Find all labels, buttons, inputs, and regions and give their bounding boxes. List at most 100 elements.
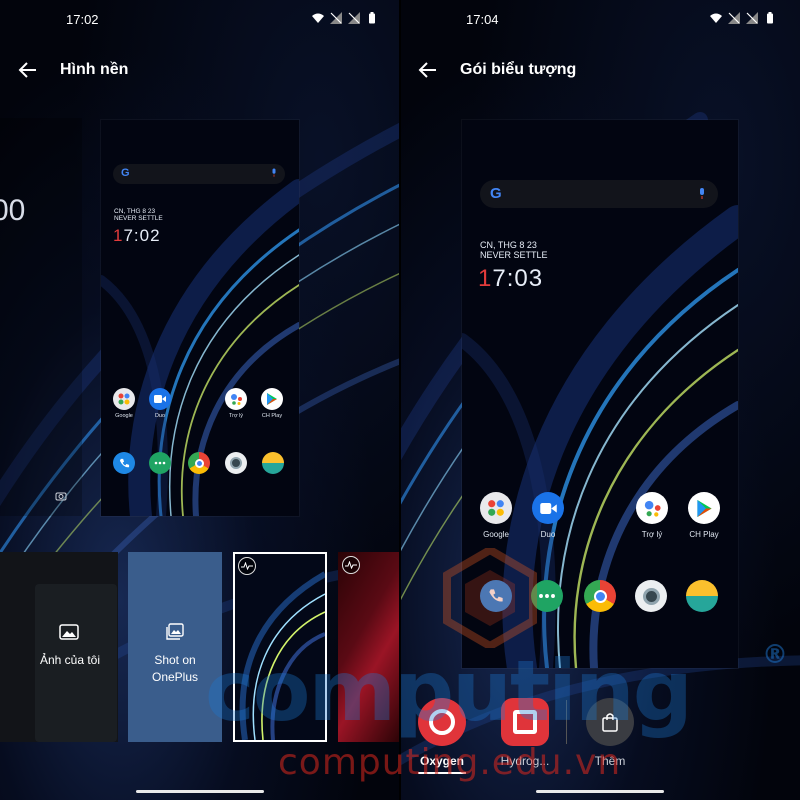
messages-icon [149,452,171,474]
assistant-icon [636,492,668,524]
date-widget: CN, THG 8 23 NEVER SETTLE [480,240,548,261]
thumb-shot-on-oneplus[interactable]: Shot on OnePlus [128,552,222,742]
clock-widget: 17:03 [478,265,543,293]
slogan-line: NEVER SETTLE [480,250,548,261]
icon-pack-oxygen[interactable]: Oxygen [416,698,468,774]
screen-divider [399,0,401,800]
thumb-live-wallpaper-selected[interactable] [233,552,327,742]
dock-chrome[interactable] [188,452,210,474]
wallpaper-screen: 17:02 Hình nền 00 G CN, THG 8 23 NEVER S… [0,0,400,800]
thumb-label: Shot on OnePlus [151,653,199,684]
date-line: CN, THG 8 23 [480,240,537,250]
oxygen-round-icon [418,698,466,746]
no-signal-icon [746,12,758,24]
back-arrow-icon[interactable] [16,58,40,82]
lock-screen-preview-partial[interactable]: 00 [0,118,82,516]
status-time: 17:04 [466,12,499,27]
gesture-nav-bar[interactable] [136,790,264,793]
camera-shortcut-icon [55,492,67,501]
messages-icon [531,580,563,612]
google-logo-icon: G [490,185,502,202]
date-line: CN, THG 8 23 [114,208,156,215]
google-folder-icon [480,492,512,524]
live-wallpaper-icon [342,556,360,574]
mic-icon[interactable] [698,187,706,201]
dock-weather[interactable] [262,452,284,474]
app-assistant[interactable]: Trợ lý [632,492,672,539]
thumb-label: Ảnh của tôi [39,653,101,667]
live-wallpaper-preview [239,571,325,740]
page-title: Gói biểu tượng [460,61,577,78]
dock-phone[interactable] [480,580,512,612]
app-play-store[interactable]: CH Play [259,388,285,419]
assistant-icon [225,388,247,410]
app-bar: Hình nền [0,52,400,88]
google-search-bar[interactable]: G [480,180,718,208]
dock-camera[interactable] [635,580,667,612]
dock-messages[interactable] [149,452,171,474]
dock-phone[interactable] [113,452,135,474]
home-screen-preview[interactable]: G CN, THG 8 23 NEVER SETTLE 17:03 Google… [462,120,738,668]
thumb-live-wallpaper-red[interactable] [338,552,400,742]
date-widget: CN, THG 8 23 NEVER SETTLE [114,208,163,223]
weather-icon [686,580,718,612]
app-bar: Gói biểu tượng [400,52,800,88]
app-google-folder[interactable]: Google [111,388,137,419]
dock-camera[interactable] [225,452,247,474]
no-signal-icon [728,12,740,24]
clock-widget: 17:02 [113,226,161,246]
dock-chrome[interactable] [584,580,616,612]
app-label: Duo [154,413,166,419]
app-play-store[interactable]: CH Play [684,492,724,539]
camera-icon [225,452,247,474]
selected-indicator [418,772,466,774]
pack-separator [566,700,567,744]
app-label: Trợ lý [228,413,244,419]
google-logo-icon: G [121,167,130,179]
weather-icon [262,452,284,474]
dock-messages[interactable] [531,580,563,612]
slogan-line: NEVER SETTLE [114,215,163,223]
icon-pack-hydrogen[interactable]: Hydrog... [498,698,552,768]
clock-rest: 7:03 [492,265,544,292]
google-folder-icon [113,388,135,410]
status-icons [312,12,378,24]
home-screen-preview[interactable]: G CN, THG 8 23 NEVER SETTLE 17:02 Google… [101,120,299,516]
app-label: Google [115,413,133,419]
app-label: Duo [540,530,556,539]
clock-lead-digit: 1 [113,226,124,245]
status-bar: 17:04 [400,0,800,40]
clock-rest: 7:02 [123,226,161,245]
clock-lead-digit: 1 [478,265,493,292]
chrome-icon [188,452,210,474]
play-store-icon [261,388,283,410]
chrome-icon [584,580,616,612]
no-signal-icon [348,12,360,24]
app-google-folder[interactable]: Google [476,492,516,539]
camera-icon [635,580,667,612]
app-label: Trợ lý [641,530,663,539]
thumb-my-photos[interactable]: Ảnh của tôi [0,552,118,742]
app-duo[interactable]: Duo [147,388,173,419]
wifi-icon [710,13,722,23]
mic-icon[interactable] [271,168,277,178]
duo-icon [532,492,564,524]
shopping-bag-icon [586,698,634,746]
status-bar: 17:02 [0,0,400,40]
app-duo[interactable]: Duo [528,492,568,539]
dock-weather[interactable] [686,580,718,612]
google-search-bar[interactable]: G [113,164,285,184]
page-title: Hình nền [60,61,129,78]
app-label: CH Play [689,530,719,539]
hydrogen-square-icon [501,698,549,746]
lock-screen-clock: 00 [0,194,26,227]
battery-icon [767,12,773,24]
app-assistant[interactable]: Trợ lý [223,388,249,419]
icon-pack-more[interactable]: Thêm [584,698,636,768]
icon-pack-label: Thêm [594,754,626,768]
gesture-nav-bar[interactable] [536,790,664,793]
back-arrow-icon[interactable] [416,58,440,82]
icon-pack-label: Hydrog... [500,754,550,768]
play-store-icon [688,492,720,524]
gallery-icon [166,623,184,640]
